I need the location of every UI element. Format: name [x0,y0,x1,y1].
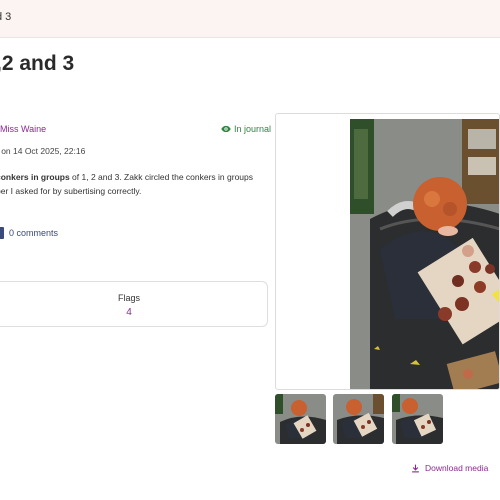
page-title: ,2 and 3 [0,52,75,75]
observation-meta: r on 14 Oct 2025, 22:16 [0,146,86,156]
flags-card[interactable]: Flags 4 [0,281,268,327]
author-link[interactable]: Miss Waine [0,124,46,134]
journal-status-label: In journal [234,124,272,134]
photo-image [350,119,499,389]
flags-label: Flags [117,293,140,303]
description-bold: conkers in groups [0,172,70,182]
thumbnail-image [275,394,326,444]
thumbnail-image [333,394,384,444]
journal-status: In journal [221,124,271,134]
breadcrumb[interactable]: d 3 [0,11,11,23]
comment-icon [0,227,4,239]
photo-thumbnail[interactable] [333,394,384,444]
comments-label: 0 comments [9,228,59,238]
thumbnail-image [392,394,443,444]
download-media-button[interactable]: Download media [411,463,488,473]
description-line2: ber I asked for by subertising correctly… [0,186,142,196]
main-photo[interactable] [275,113,500,390]
observation-description: conkers in groups of 1, 2 and 3. Zakk ci… [0,170,276,198]
flags-count: 4 [126,307,132,318]
top-bar: d 3 [0,0,500,38]
comments-link[interactable]: 0 comments [0,227,58,239]
download-icon [412,464,419,472]
eye-icon [221,125,231,133]
photo-thumbnail[interactable] [392,394,443,444]
description-line1: of 1, 2 and 3. Zakk circled the conkers … [69,172,254,182]
photo-thumbnail[interactable] [275,394,326,444]
download-media-label: Download media [425,463,489,473]
